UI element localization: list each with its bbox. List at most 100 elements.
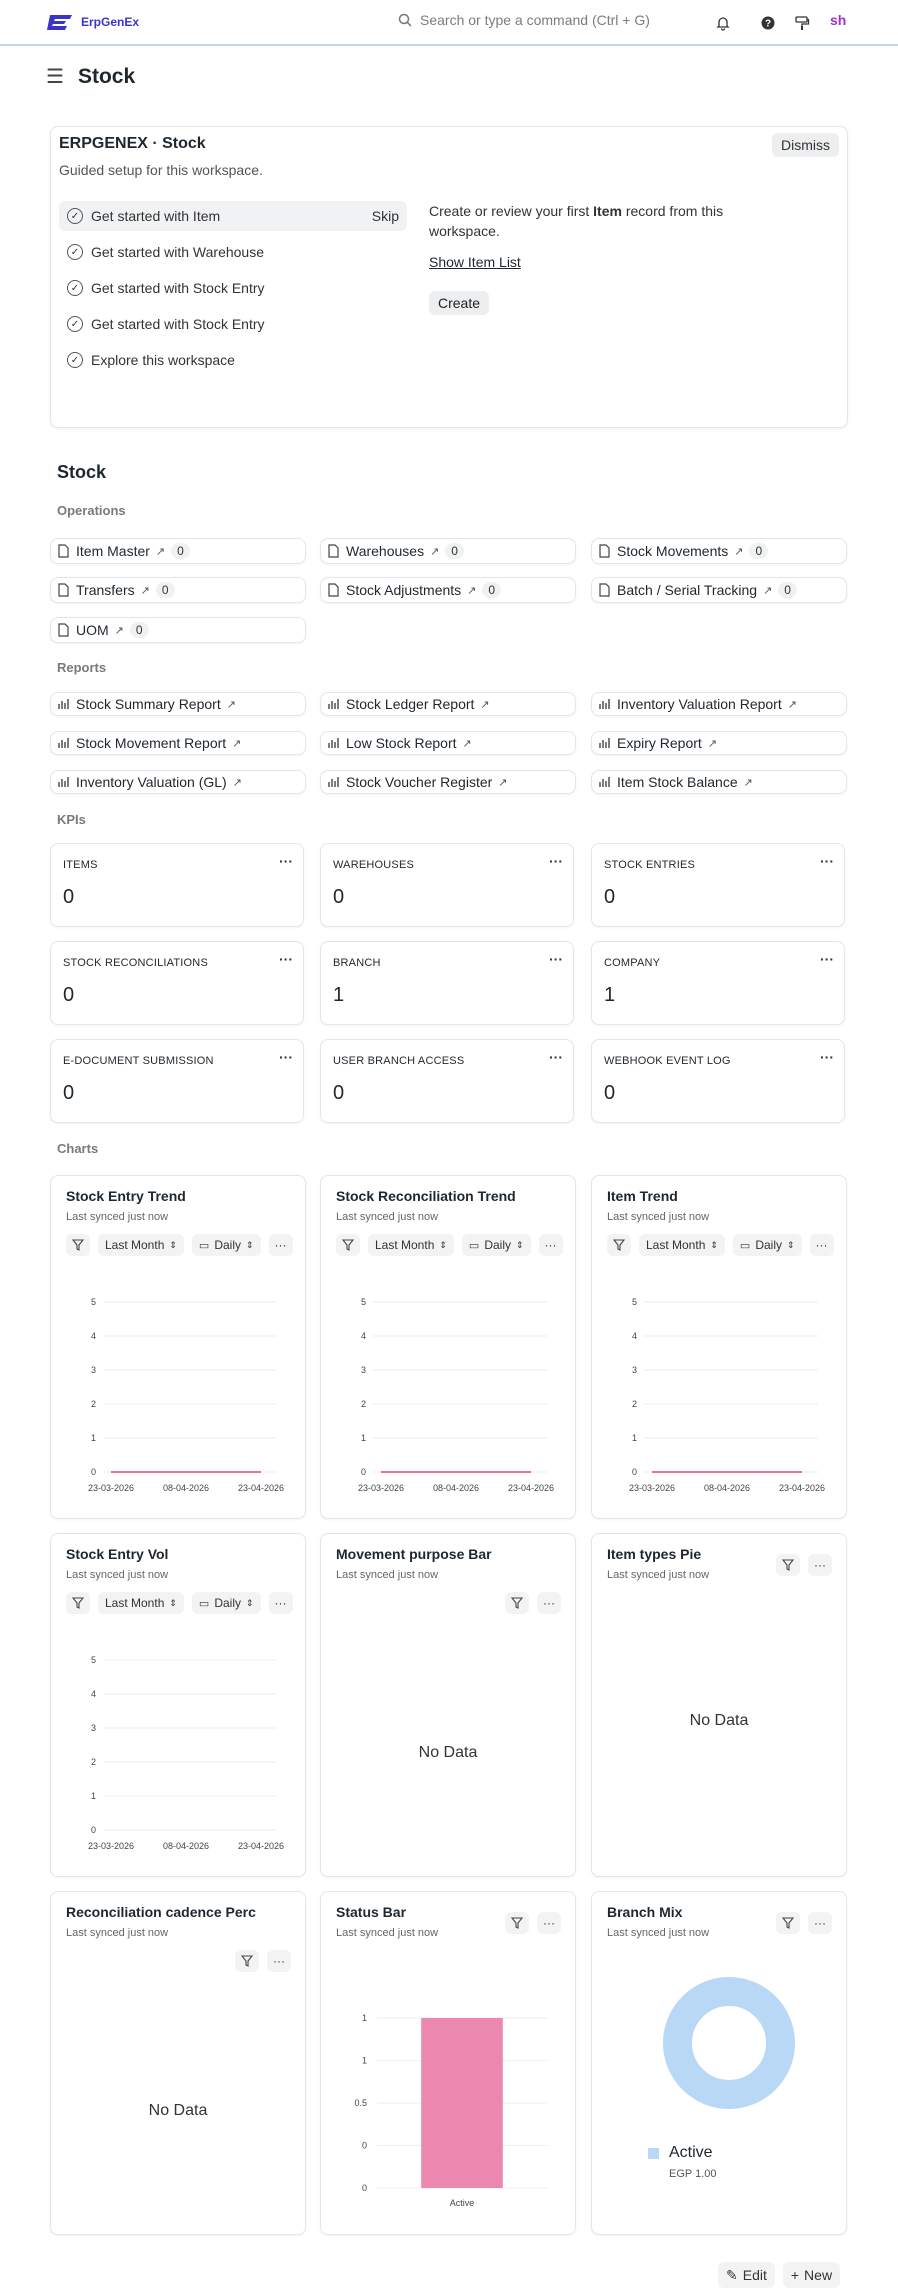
chart-card: Item Trend Last synced just now Last Month… (591, 1175, 847, 1519)
kpi-card[interactable]: WAREHOUSES ··· 0 (320, 843, 574, 927)
more-icon[interactable]: ··· (549, 1049, 563, 1065)
report-link[interactable]: Stock Voucher Register ↗ (320, 770, 576, 794)
interval-select[interactable]: ▭ Daily ⇕ (461, 1234, 531, 1256)
more-icon[interactable]: ··· (279, 853, 293, 869)
filter-button[interactable] (505, 1912, 529, 1934)
kpi-card[interactable]: BRANCH ··· 1 (320, 941, 574, 1025)
filter-button[interactable] (235, 1950, 259, 1972)
y-tick-label: 5 (361, 1297, 366, 1307)
onboarding-step[interactable]: ✓ Explore this workspace (59, 345, 407, 375)
more-button[interactable]: ··· (538, 1234, 563, 1256)
operation-link[interactable]: Item Master ↗ 0 (50, 538, 306, 564)
bar-chart: 0 0 0.5 1 1 Active (354, 2013, 547, 2208)
report-link[interactable]: Expiry Report ↗ (591, 731, 847, 755)
range-select[interactable]: Last Month ⇕ (98, 1592, 184, 1614)
more-button[interactable]: ··· (537, 1912, 561, 1934)
edit-icon: ✎ (726, 2266, 738, 2283)
more-button[interactable]: ··· (268, 1592, 293, 1614)
more-button[interactable]: ··· (267, 1950, 291, 1972)
operation-link[interactable]: Batch / Serial Tracking ↗ 0 (591, 577, 847, 603)
create-button[interactable]: Create (429, 291, 490, 315)
report-link[interactable]: Item Stock Balance ↗ (591, 770, 847, 794)
more-icon[interactable]: ··· (549, 951, 563, 967)
show-item-list-link[interactable]: Show Item List (429, 254, 521, 270)
bell-icon[interactable] (712, 12, 734, 34)
dismiss-button[interactable]: Dismiss (772, 133, 839, 157)
onboarding-step[interactable]: ✓ Get started with Stock Entry (59, 273, 407, 303)
chart-card: Stock Entry Trend Last synced just now Las… (50, 1175, 306, 1519)
kpi-card[interactable]: STOCK ENTRIES ··· 0 (591, 843, 845, 927)
filter-button[interactable] (336, 1234, 360, 1256)
more-button[interactable]: ··· (537, 1592, 561, 1614)
menu-toggle-icon[interactable]: ☰ (46, 64, 64, 89)
operation-link[interactable]: UOM ↗ 0 (50, 617, 306, 643)
interval-select[interactable]: ▭ Daily ⇕ (732, 1234, 802, 1256)
filter-button[interactable] (776, 1912, 800, 1934)
chart-synced-text: Last synced just now (336, 1569, 439, 1581)
onboarding-step[interactable]: ✓ Get started with Warehouse (59, 237, 407, 267)
kpi-card[interactable]: USER BRANCH ACCESS ··· 0 (320, 1039, 574, 1123)
chart-legend: Active (648, 2144, 713, 2162)
more-icon[interactable]: ··· (279, 951, 293, 967)
range-select[interactable]: Last Month ⇕ (639, 1234, 725, 1256)
svg-text:?: ? (765, 19, 771, 30)
filter-button[interactable] (66, 1592, 90, 1614)
report-link[interactable]: Inventory Valuation (GL) ↗ (50, 770, 306, 794)
kpi-card[interactable]: E-DOCUMENT SUBMISSION ··· 0 (50, 1039, 304, 1123)
chart-title: Stock Entry Vol (66, 1546, 169, 1562)
operation-link[interactable]: Warehouses ↗ 0 (320, 538, 576, 564)
avatar[interactable]: sh (830, 12, 846, 28)
skip-button[interactable]: Skip (372, 208, 399, 224)
onboarding-step[interactable]: ✓ Get started with Stock Entry (59, 309, 407, 339)
more-button[interactable]: ··· (268, 1234, 293, 1256)
more-icon[interactable]: ··· (820, 1049, 834, 1065)
more-icon[interactable]: ··· (549, 853, 563, 869)
interval-select[interactable]: ▭ Daily ⇕ (191, 1592, 261, 1614)
help-icon[interactable]: ? (757, 12, 779, 34)
kpi-value: 1 (333, 984, 345, 1006)
report-link[interactable]: Stock Movement Report ↗ (50, 731, 306, 755)
kpi-card[interactable]: STOCK RECONCILIATIONS ··· 0 (50, 941, 304, 1025)
new-button[interactable]: + New (782, 2262, 841, 2288)
kpi-card[interactable]: WEBHOOK EVENT LOG ··· 0 (591, 1039, 845, 1123)
arrow-up-right-icon: ↗ (430, 545, 440, 558)
report-link[interactable]: Inventory Valuation Report ↗ (591, 692, 847, 716)
filter-button[interactable] (66, 1234, 90, 1256)
brush-icon[interactable] (791, 12, 813, 34)
more-button[interactable]: ··· (808, 1554, 832, 1576)
step-label: Get started with Warehouse (91, 244, 265, 260)
filter-button[interactable] (776, 1554, 800, 1576)
select-chevron-icon: ⇕ (169, 1239, 177, 1250)
kpi-card[interactable]: COMPANY ··· 1 (591, 941, 845, 1025)
search-bar[interactable]: Search or type a command (Ctrl + G) (398, 12, 650, 28)
chart-synced-text: Last synced just now (607, 1927, 710, 1939)
report-link[interactable]: Low Stock Report ↗ (320, 731, 576, 755)
more-button[interactable]: ··· (808, 1912, 832, 1934)
x-tick-label: 23-03-2026 (88, 1483, 134, 1493)
interval-select[interactable]: ▭ Daily ⇕ (191, 1234, 261, 1256)
edit-button[interactable]: ✎ Edit (718, 2262, 775, 2288)
more-icon[interactable]: ··· (820, 951, 834, 967)
filter-button[interactable] (505, 1592, 529, 1614)
operation-link[interactable]: Stock Movements ↗ 0 (591, 538, 847, 564)
kpi-card[interactable]: ITEMS ··· 0 (50, 843, 304, 927)
count-badge: 0 (445, 543, 464, 559)
more-icon[interactable]: ··· (820, 853, 834, 869)
operation-link[interactable]: Stock Adjustments ↗ 0 (320, 577, 576, 603)
more-button[interactable]: ··· (809, 1234, 834, 1256)
more-icon[interactable]: ··· (279, 1049, 293, 1065)
filter-button[interactable] (607, 1234, 631, 1256)
x-tick-label: 08-04-2026 (433, 1483, 479, 1493)
onboarding-step[interactable]: ✓ Get started with Item Skip (59, 201, 407, 231)
x-tick-label: 23-03-2026 (88, 1841, 134, 1851)
report-link[interactable]: Stock Summary Report ↗ (50, 692, 306, 716)
bar-chart-icon (599, 699, 610, 709)
report-link[interactable]: Stock Ledger Report ↗ (320, 692, 576, 716)
line-chart: 0 1 2 3 4 5 23-03-2026 08-04-2026 23-04-2026 (629, 1297, 825, 1493)
kpi-label: WEBHOOK EVENT LOG (604, 1055, 731, 1067)
range-select[interactable]: Last Month ⇕ (368, 1234, 454, 1256)
range-select[interactable]: Last Month ⇕ (98, 1234, 184, 1256)
brand-logo[interactable]: ErpGenEx (46, 12, 139, 32)
operation-link[interactable]: Transfers ↗ 0 (50, 577, 306, 603)
y-tick-label: 0 (362, 2183, 367, 2193)
